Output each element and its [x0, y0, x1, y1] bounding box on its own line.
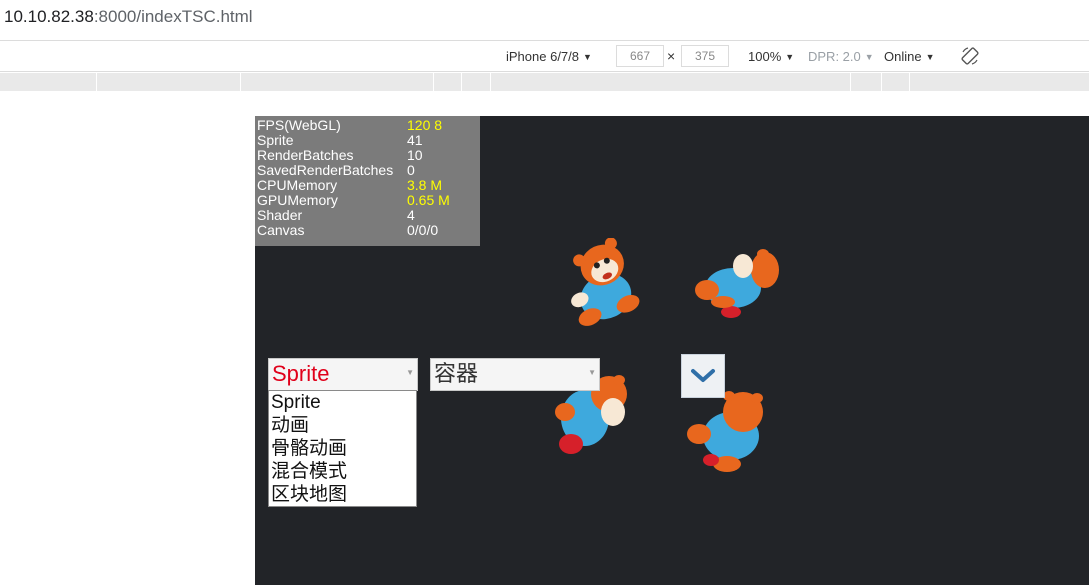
category-select-value: Sprite — [272, 361, 330, 386]
ruler-tick — [240, 73, 241, 91]
dropdown-option[interactable]: 骨骼动画 — [271, 437, 416, 460]
dropdown-option[interactable]: 动画 — [271, 414, 416, 437]
ruler-tick — [881, 73, 882, 91]
caret-down-icon: ▼ — [583, 52, 592, 62]
select-arrow-icon: ▼ — [588, 368, 596, 377]
select-arrow-icon: ▼ — [406, 368, 414, 377]
device-toolbar: iPhone 6/7/8 ▼ 667 × 375 100% ▼ DPR: 2.0 ▼ … — [0, 40, 1089, 72]
ruler-tick — [461, 73, 462, 91]
device-selector[interactable]: iPhone 6/7/8 ▼ — [506, 49, 592, 64]
dpr-selector[interactable]: DPR: 2.0 ▼ — [808, 49, 874, 64]
stat-row: GPUMemory 0.65 M — [255, 193, 480, 208]
chevron-down-icon — [691, 369, 715, 382]
sub-select[interactable]: 容器 ▼ — [430, 358, 600, 391]
dropdown-option[interactable]: Sprite — [271, 391, 416, 414]
zoom-selector[interactable]: 100% ▼ — [748, 49, 794, 64]
stat-value: 0/0/0 — [407, 222, 439, 238]
stat-row: Shader 4 — [255, 208, 480, 223]
caret-down-icon: ▼ — [925, 52, 935, 62]
stat-label: SavedRenderBatches — [257, 162, 394, 178]
stat-row: Canvas 0/0/0 — [255, 223, 480, 238]
ruler-tick — [909, 73, 910, 91]
stat-row: RenderBatches 10 — [255, 148, 480, 163]
stats-panel: FPS(WebGL) 120 8 Sprite 41 RenderBatches 10… — [255, 116, 480, 246]
stat-value: 4 — [407, 207, 415, 223]
rotate-icon[interactable] — [960, 46, 980, 66]
stat-value: 41 — [407, 132, 423, 148]
dpr-value: DPR: 2.0 — [808, 49, 861, 64]
caret-down-icon: ▼ — [785, 52, 795, 62]
stat-label: FPS(WebGL) — [257, 117, 341, 133]
stat-row: FPS(WebGL) 120 8 — [255, 118, 480, 133]
bear-sprite — [571, 238, 640, 326]
stat-value: 0 — [407, 162, 415, 178]
address-bar[interactable]: 10.10.82.38:8000/indexTSC.html — [0, 0, 1089, 36]
category-dropdown-list: Sprite 动画 骨骼动画 混合模式 区块地图 — [268, 390, 417, 507]
dimension-separator: × — [667, 48, 676, 64]
device-name: iPhone 6/7/8 — [506, 49, 580, 64]
stat-label: GPUMemory — [257, 192, 338, 208]
stat-label: Shader — [257, 207, 303, 223]
stat-value: 3.8 M — [407, 177, 443, 193]
ruler-tick — [96, 73, 97, 91]
dropdown-option[interactable]: 区块地图 — [271, 483, 416, 506]
network-value: Online — [884, 49, 922, 64]
ruler-tick — [850, 73, 851, 91]
width-input[interactable]: 667 — [616, 45, 664, 67]
stat-label: CPUMemory — [257, 177, 338, 193]
caret-down-icon: ▼ — [864, 52, 874, 62]
stat-label: Sprite — [257, 132, 294, 148]
stat-row: Sprite 41 — [255, 133, 480, 148]
stat-label: Canvas — [257, 222, 305, 238]
height-input[interactable]: 375 — [681, 45, 729, 67]
sub-select-value: 容器 — [434, 361, 479, 386]
media-query-ruler — [0, 73, 1089, 91]
stat-row: CPUMemory 3.8 M — [255, 178, 480, 193]
dropdown-option[interactable]: 混合模式 — [271, 460, 416, 483]
bear-sprite — [695, 249, 779, 318]
stat-value: 120 8 — [407, 117, 443, 133]
game-canvas[interactable]: FPS(WebGL) 120 8 Sprite 41 RenderBatches 10… — [255, 116, 1089, 585]
dropdown-toggle-button[interactable] — [681, 354, 725, 398]
stat-label: RenderBatches — [257, 147, 354, 163]
stat-value: 0.65 M — [407, 192, 450, 208]
zoom-value: 100% — [748, 49, 782, 64]
category-select[interactable]: Sprite ▼ — [268, 358, 418, 391]
bear-sprite — [687, 391, 763, 472]
stat-value: 10 — [407, 147, 423, 163]
stat-row: SavedRenderBatches 0 — [255, 163, 480, 178]
url-host: 10.10.82.38 — [4, 7, 94, 26]
ruler-tick — [433, 73, 434, 91]
ruler-tick — [490, 73, 491, 91]
network-selector[interactable]: Online ▼ — [884, 49, 935, 64]
url-text[interactable]: 10.10.82.38:8000/indexTSC.html — [4, 7, 253, 27]
url-path: :8000/indexTSC.html — [93, 7, 253, 26]
